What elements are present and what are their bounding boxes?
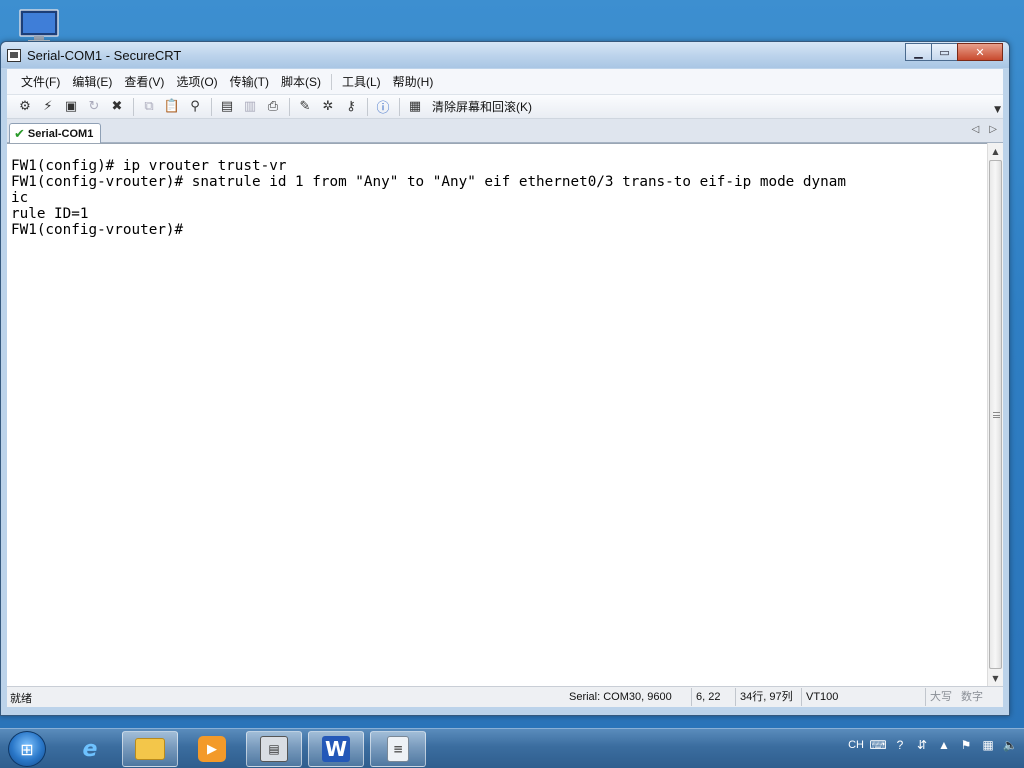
system-tray: CH ⌨ ? ⇵ ▲ ⚑ ▦ 🔈 (848, 737, 1018, 753)
close-icon: ✕ (975, 45, 985, 59)
print-selection-icon[interactable]: ▥ (240, 97, 260, 117)
caption-buttons: ▁ ▭ ✕ (905, 43, 1003, 61)
status-ready: 就绪 (10, 693, 32, 705)
terminal-line: FW1(config)# ip vrouter trust-vr (11, 158, 287, 174)
taskbar-document[interactable]: ≡ (370, 731, 426, 767)
network-icon[interactable]: ▦ (980, 737, 996, 753)
toolbar-overflow-icon[interactable]: ▼ (994, 105, 1001, 115)
find-icon[interactable]: ⚲ (185, 97, 205, 117)
scroll-up-icon[interactable]: ▲ (988, 143, 1003, 159)
tab-navigation: ◁ ▷ (972, 124, 997, 135)
keyboard-icon[interactable]: ⌨ (869, 737, 886, 753)
status-caps-lock: 大写 (925, 688, 957, 706)
print-icon[interactable]: ⎙ (263, 97, 283, 117)
help-tray-icon[interactable]: ? (892, 737, 908, 753)
session-options-icon[interactable]: ✎ (295, 97, 315, 117)
taskbar: ⊞ e ▶ ▤ W ≡ CH ⌨ ? ⇵ ▲ ⚑ ▦ 🔈 (0, 728, 1024, 768)
tab-scroll-left-icon[interactable]: ◁ (972, 124, 980, 135)
securecrt-taskbar-icon: ▤ (260, 736, 288, 762)
connect-in-tab-icon[interactable]: ▣ (61, 97, 81, 117)
toolbar-separator (289, 97, 290, 116)
terminal-line: FW1(config-vrouter)# snatrule id 1 from … (11, 174, 846, 190)
taskbar-word[interactable]: W (308, 731, 364, 767)
menu-help[interactable]: 帮助(H) (387, 72, 440, 92)
taskbar-media-player[interactable]: ▶ (184, 731, 240, 767)
scrollbar-thumb[interactable] (989, 160, 1002, 669)
terminal-line: rule ID=1 (11, 206, 89, 222)
menu-options[interactable]: 选项(O) (170, 72, 223, 92)
status-cursor-position: 6, 22 (691, 688, 735, 706)
document-icon: ≡ (387, 736, 409, 762)
tab-scroll-right-icon[interactable]: ▷ (989, 124, 997, 135)
volume-icon[interactable]: 🔈 (1002, 737, 1018, 753)
minimize-button[interactable]: ▁ (905, 43, 932, 61)
computer-desktop-icon[interactable] (16, 8, 62, 44)
taskbar-securecrt[interactable]: ▤ (246, 731, 302, 767)
vertical-scrollbar[interactable]: ▲ ▼ (987, 143, 1003, 686)
scrollbar-grip-icon (993, 411, 1000, 418)
menu-edit[interactable]: 编辑(E) (66, 72, 118, 92)
reconnect-icon[interactable]: ↻ (84, 97, 104, 117)
terminal-screen[interactable]: FW1(config)# ip vrouter trust-vr FW1(con… (7, 143, 987, 686)
global-options-icon[interactable]: ✲ (318, 97, 338, 117)
quick-connect-icon[interactable]: ⚡ (38, 97, 58, 117)
menu-bar: 文件(F) 编辑(E) 查看(V) 选项(O) 传输(T) 脚本(S) 工具(L… (7, 69, 1003, 95)
taskbar-ie[interactable]: e (62, 731, 118, 767)
disconnect-icon[interactable]: ✖ (107, 97, 127, 117)
internet-explorer-icon: e (82, 736, 98, 762)
menu-separator (330, 73, 332, 90)
copy-icon[interactable]: ⧉ (139, 97, 159, 117)
toolbar-separator (211, 97, 212, 116)
title-bar[interactable]: Serial-COM1 - SecureCRT ▁ ▭ ✕ (1, 42, 1009, 68)
start-button[interactable]: ⊞ (8, 731, 46, 767)
media-player-icon: ▶ (198, 736, 226, 762)
action-center-flag-icon[interactable]: ⚑ (958, 737, 974, 753)
status-emulation: VT100 (801, 688, 857, 706)
toolbar-separator (133, 97, 134, 116)
word-icon: W (322, 736, 350, 762)
toolbar-separator (399, 97, 400, 116)
terminal-line: FW1(config-vrouter)# (11, 222, 184, 238)
windows-logo-icon: ⊞ (20, 739, 34, 759)
status-connection: Serial: COM30, 9600 (569, 691, 672, 703)
menu-file[interactable]: 文件(F) (15, 72, 66, 92)
connected-check-icon: ✔ (14, 126, 25, 142)
minimize-icon: ▁ (914, 45, 923, 59)
status-terminal-size: 34行, 97列 (735, 688, 801, 706)
menu-script[interactable]: 脚本(S) (275, 72, 327, 92)
print-setup-icon[interactable]: ▤ (217, 97, 237, 117)
status-num-lock: 数字 (961, 691, 983, 703)
show-hidden-icons-icon[interactable]: ▲ (936, 737, 952, 753)
menu-view[interactable]: 查看(V) (118, 72, 170, 92)
taskbar-explorer[interactable] (122, 731, 178, 767)
ime-options-icon[interactable]: ⇵ (914, 737, 930, 753)
client-area: 文件(F) 编辑(E) 查看(V) 选项(O) 传输(T) 脚本(S) 工具(L… (7, 69, 1003, 707)
clear-screen-icon[interactable]: ▦ (405, 97, 425, 117)
toolbar: ⚙ ⚡ ▣ ↻ ✖ ⧉ 📋 ⚲ ▤ ▥ ⎙ ✎ ✲ ⚷ ⓘ ▦ 清除屏幕和回滚(… (7, 95, 1003, 119)
toolbar-separator (367, 97, 368, 116)
clear-screen-button[interactable]: 清除屏幕和回滚(K) (432, 98, 532, 115)
status-bar: 就绪 Serial: COM30, 9600 6, 22 34行, 97列 VT… (7, 686, 1003, 707)
language-indicator[interactable]: CH (848, 739, 864, 751)
help-icon[interactable]: ⓘ (373, 97, 393, 117)
maximize-icon: ▭ (939, 45, 950, 59)
securecrt-app-icon[interactable] (7, 49, 21, 62)
tab-label: Serial-COM1 (27, 128, 94, 140)
tab-serial-com1[interactable]: ✔ Serial-COM1 (9, 123, 101, 144)
tab-bar: ✔ Serial-COM1 ◁ ▷ (7, 119, 1003, 144)
window-title: Serial-COM1 - SecureCRT (27, 48, 182, 63)
scroll-down-icon[interactable]: ▼ (988, 670, 1003, 686)
menu-transfer[interactable]: 传输(T) (224, 72, 275, 92)
terminal-line: ic (11, 190, 29, 206)
securecrt-window: Serial-COM1 - SecureCRT ▁ ▭ ✕ 文件(F) 编辑(E… (0, 41, 1010, 716)
maximize-button[interactable]: ▭ (931, 43, 958, 61)
paste-icon[interactable]: 📋 (162, 97, 182, 117)
connect-icon[interactable]: ⚙ (15, 97, 35, 117)
keymap-icon[interactable]: ⚷ (341, 97, 361, 117)
menu-tools[interactable]: 工具(L) (336, 72, 387, 92)
close-button[interactable]: ✕ (957, 43, 1003, 61)
folder-icon (135, 738, 165, 760)
